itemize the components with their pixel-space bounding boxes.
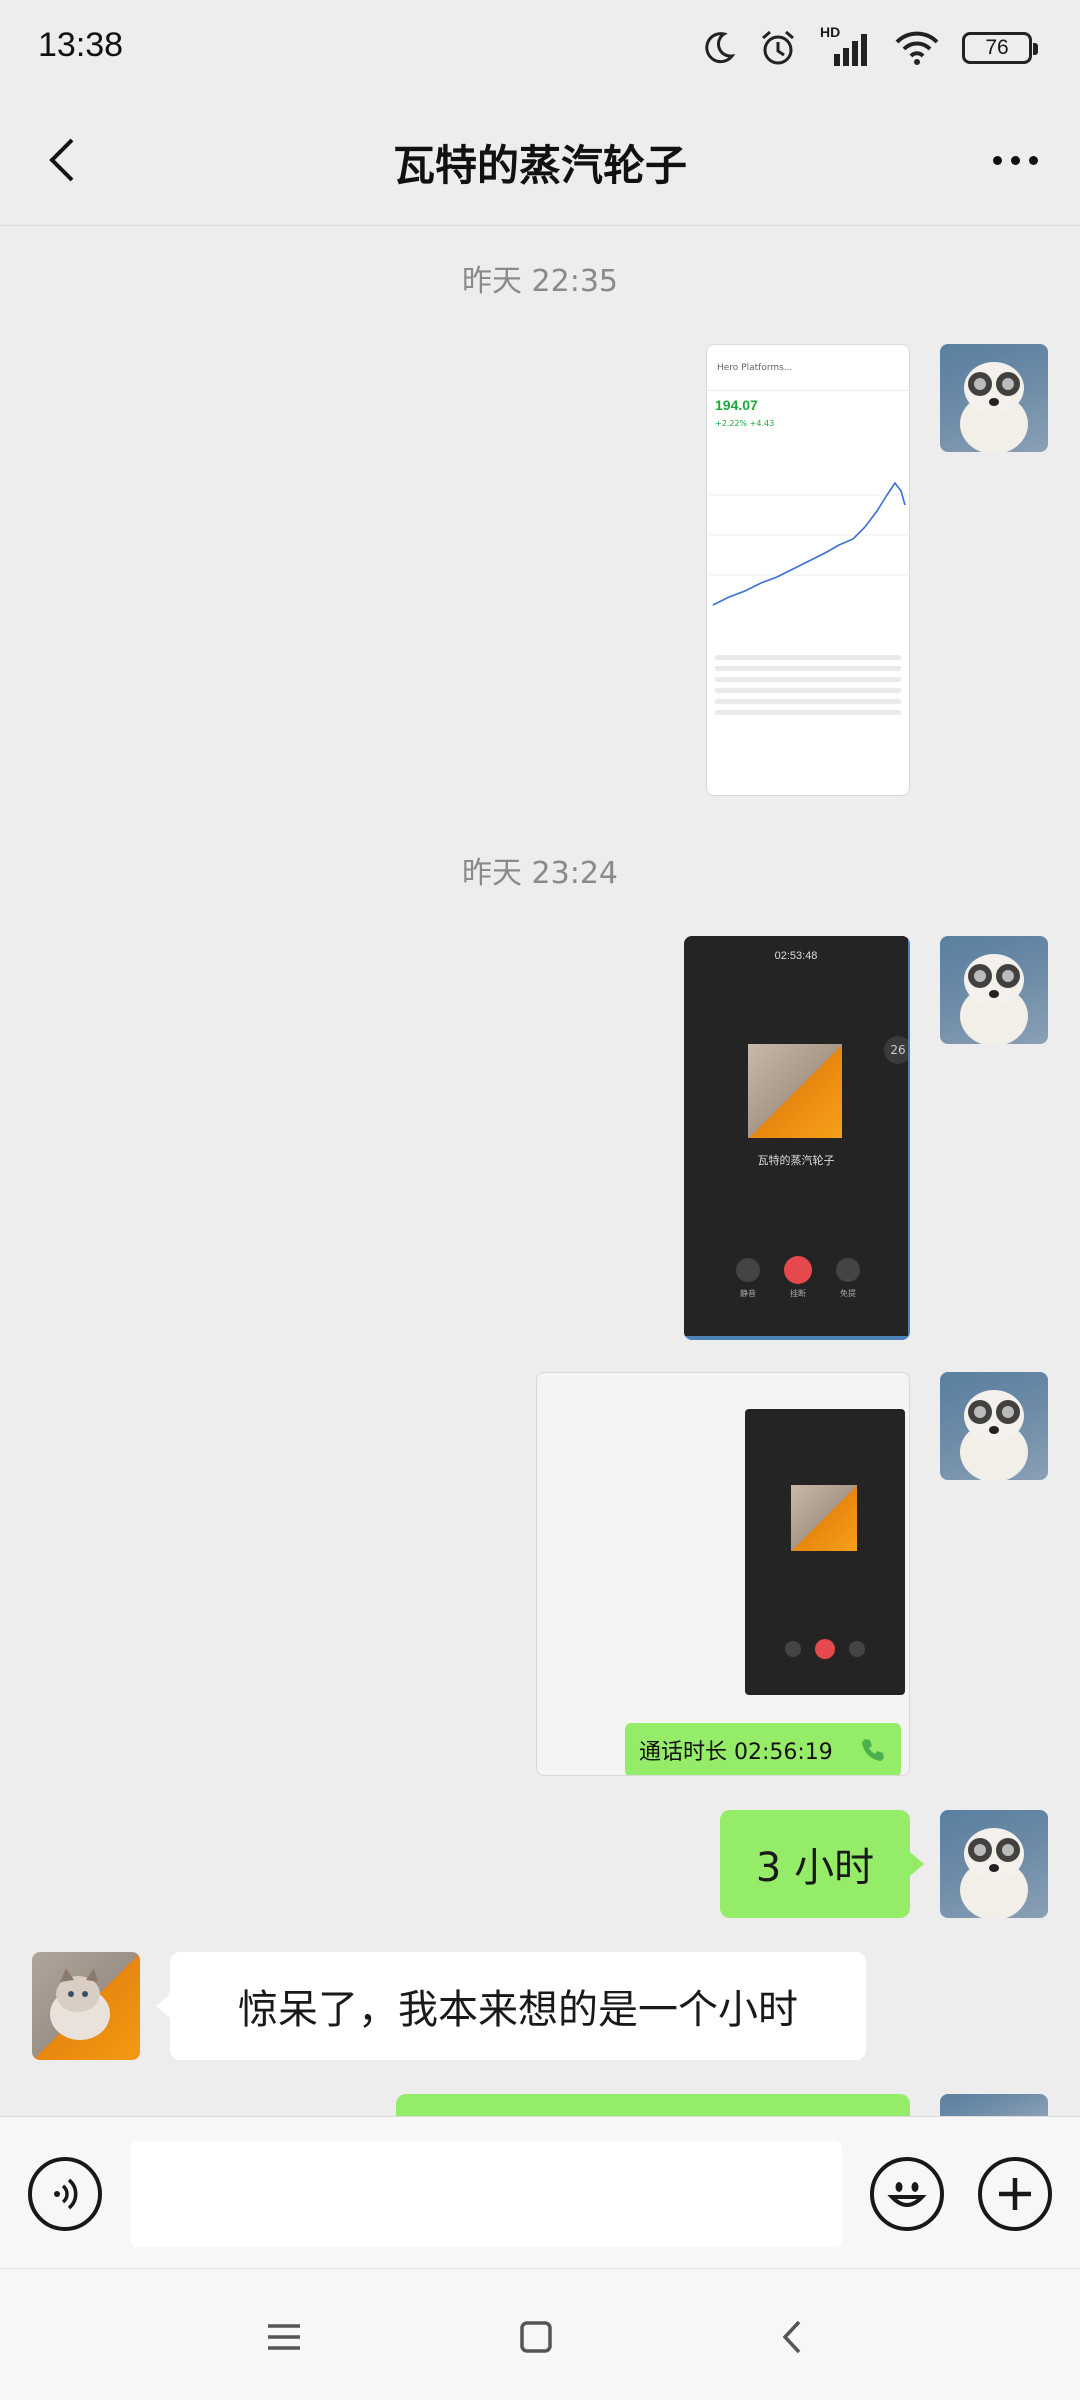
avatar[interactable] [940,1372,1048,1480]
stock-price: 194.07 [715,397,758,413]
speaker-label: 免提 [840,1289,856,1298]
home-square-icon [520,2321,552,2353]
avatar[interactable] [940,936,1048,1044]
side-badge: 26 [884,1036,908,1064]
hangup-icon [815,1639,835,1659]
battery-icon: 76 [962,32,1038,64]
message-input[interactable] [130,2141,842,2247]
voice-call-screenshot: 02:53:48 瓦特的蒸汽轮子 26 静音 挂断 免提 [684,936,908,1336]
system-navigation-bar [0,2268,1080,2400]
system-back-button[interactable] [762,2307,822,2367]
mute-icon [736,1258,760,1282]
avatar[interactable] [940,1810,1048,1918]
voice-button[interactable] [28,2157,102,2231]
signal-icon: HD [820,24,872,68]
call-contact-name: 瓦特的蒸汽轮子 [757,1154,835,1167]
hangup-icon [784,1256,812,1284]
menu-icon [268,2324,300,2350]
cat-avatar-icon [50,1968,110,2040]
speaker-icon [836,1258,860,1282]
text-message-friend[interactable]: 惊呆了，我本来想的是一个小时 [170,1952,866,2060]
status-icons: HD 76 [700,24,1038,72]
plus-button[interactable] [978,2157,1052,2231]
emoji-button[interactable] [870,2157,944,2231]
home-button[interactable] [506,2307,566,2367]
image-message[interactable]: Hero Platforms... 194.07 +2.22% +4.43 [706,344,910,796]
cat-avatar-image [748,1044,842,1138]
call-screenshot-with-duration [745,1409,905,1695]
cat-avatar-image [791,1485,857,1551]
recent-apps-button[interactable] [254,2307,314,2367]
text-message-me[interactable]: 3 小时 [720,1810,910,1918]
wifi-icon [895,31,939,65]
battery-level: 76 [985,36,1009,59]
call-duration-bubble: 通话时长 02:56:19 [625,1723,901,1775]
dog-avatar-icon [960,362,1028,452]
image-message[interactable]: 02:53:48 瓦特的蒸汽轮子 26 静音 挂断 免提 [684,936,910,1340]
avatar[interactable] [32,1952,140,2060]
stock-line-chart [709,481,909,606]
status-time: 13:38 [38,26,124,64]
stock-chart-screenshot: Hero Platforms... 194.07 +2.22% +4.43 [707,345,909,795]
hangup-label: 挂断 [790,1289,806,1298]
phone-icon [862,1739,884,1761]
stock-company: Hero Platforms... [717,362,793,373]
call-timer: 02:53:48 [774,950,818,962]
more-button[interactable] [980,128,1050,192]
dog-avatar-icon [960,954,1028,1044]
message-timestamp: 昨天 23:24 [462,856,618,891]
mute-icon [785,1641,801,1657]
stock-change: +2.22% +4.43 [715,419,775,428]
message-timestamp: 昨天 22:35 [462,264,618,299]
emoji-icon [887,2182,927,2207]
dog-avatar-icon [960,1828,1028,1918]
voice-icon [54,2178,78,2210]
call-duration-text: 通话时长 02:56:19 [639,1740,833,1765]
avatar[interactable] [940,344,1048,452]
input-bar [0,2116,1080,2268]
alarm-icon [762,30,794,65]
chat-header: 瓦特的蒸汽轮子 [0,96,1080,226]
image-message[interactable]: 通话时长 02:56:19 [536,1372,910,1776]
more-dots-icon [992,155,1002,165]
back-triangle-icon [782,2320,801,2354]
mute-label: 静音 [740,1289,756,1298]
status-bar: 13:38 HD 76 [0,0,1080,96]
moon-icon [705,32,736,64]
dog-avatar-icon [960,1390,1028,1480]
plus-icon [999,2178,1031,2210]
speaker-icon [849,1641,865,1657]
avatar[interactable] [940,2094,1048,2116]
chat-title: 瓦特的蒸汽轮子 [392,141,687,190]
